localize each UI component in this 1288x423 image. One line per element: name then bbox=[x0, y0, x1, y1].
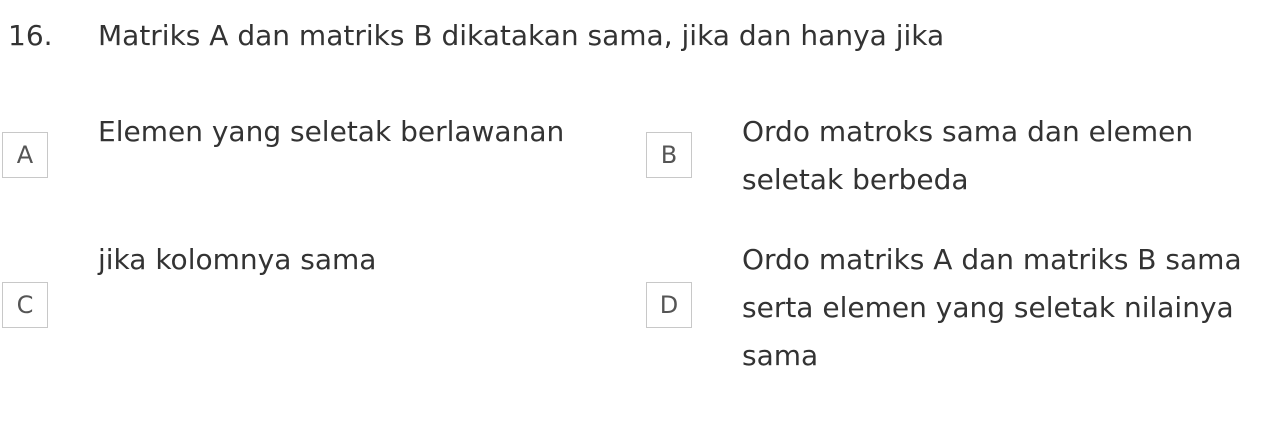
question-text: Matriks A dan matriks B dikatakan sama, … bbox=[98, 19, 945, 52]
option-a-letter-box[interactable]: A bbox=[2, 132, 48, 178]
option-a-text: Elemen yang seletak berlawanan bbox=[98, 108, 565, 156]
option-b-text: Ordo matroks sama dan elemen seletak ber… bbox=[742, 108, 1194, 204]
option-c-line: jika kolomnya sama bbox=[98, 243, 377, 276]
option-d-letter-box[interactable]: D bbox=[646, 282, 692, 328]
option-d-text: Ordo matriks A dan matriks B sama serta … bbox=[742, 236, 1242, 380]
option-b-line: Ordo matroks sama dan elemen bbox=[742, 115, 1194, 148]
question-number: 16. bbox=[8, 19, 53, 52]
option-d-line: sama bbox=[742, 339, 819, 372]
option-b-line: seletak berbeda bbox=[742, 163, 969, 196]
option-c-text: jika kolomnya sama bbox=[98, 236, 538, 284]
option-d-line: serta elemen yang seletak nilainya bbox=[742, 291, 1234, 324]
option-d-line: Ordo matriks A dan matriks B sama bbox=[742, 243, 1242, 276]
option-b-letter-box[interactable]: B bbox=[646, 132, 692, 178]
option-a-line: Elemen yang seletak berlawanan bbox=[98, 115, 565, 148]
option-c-letter-box[interactable]: C bbox=[2, 282, 48, 328]
